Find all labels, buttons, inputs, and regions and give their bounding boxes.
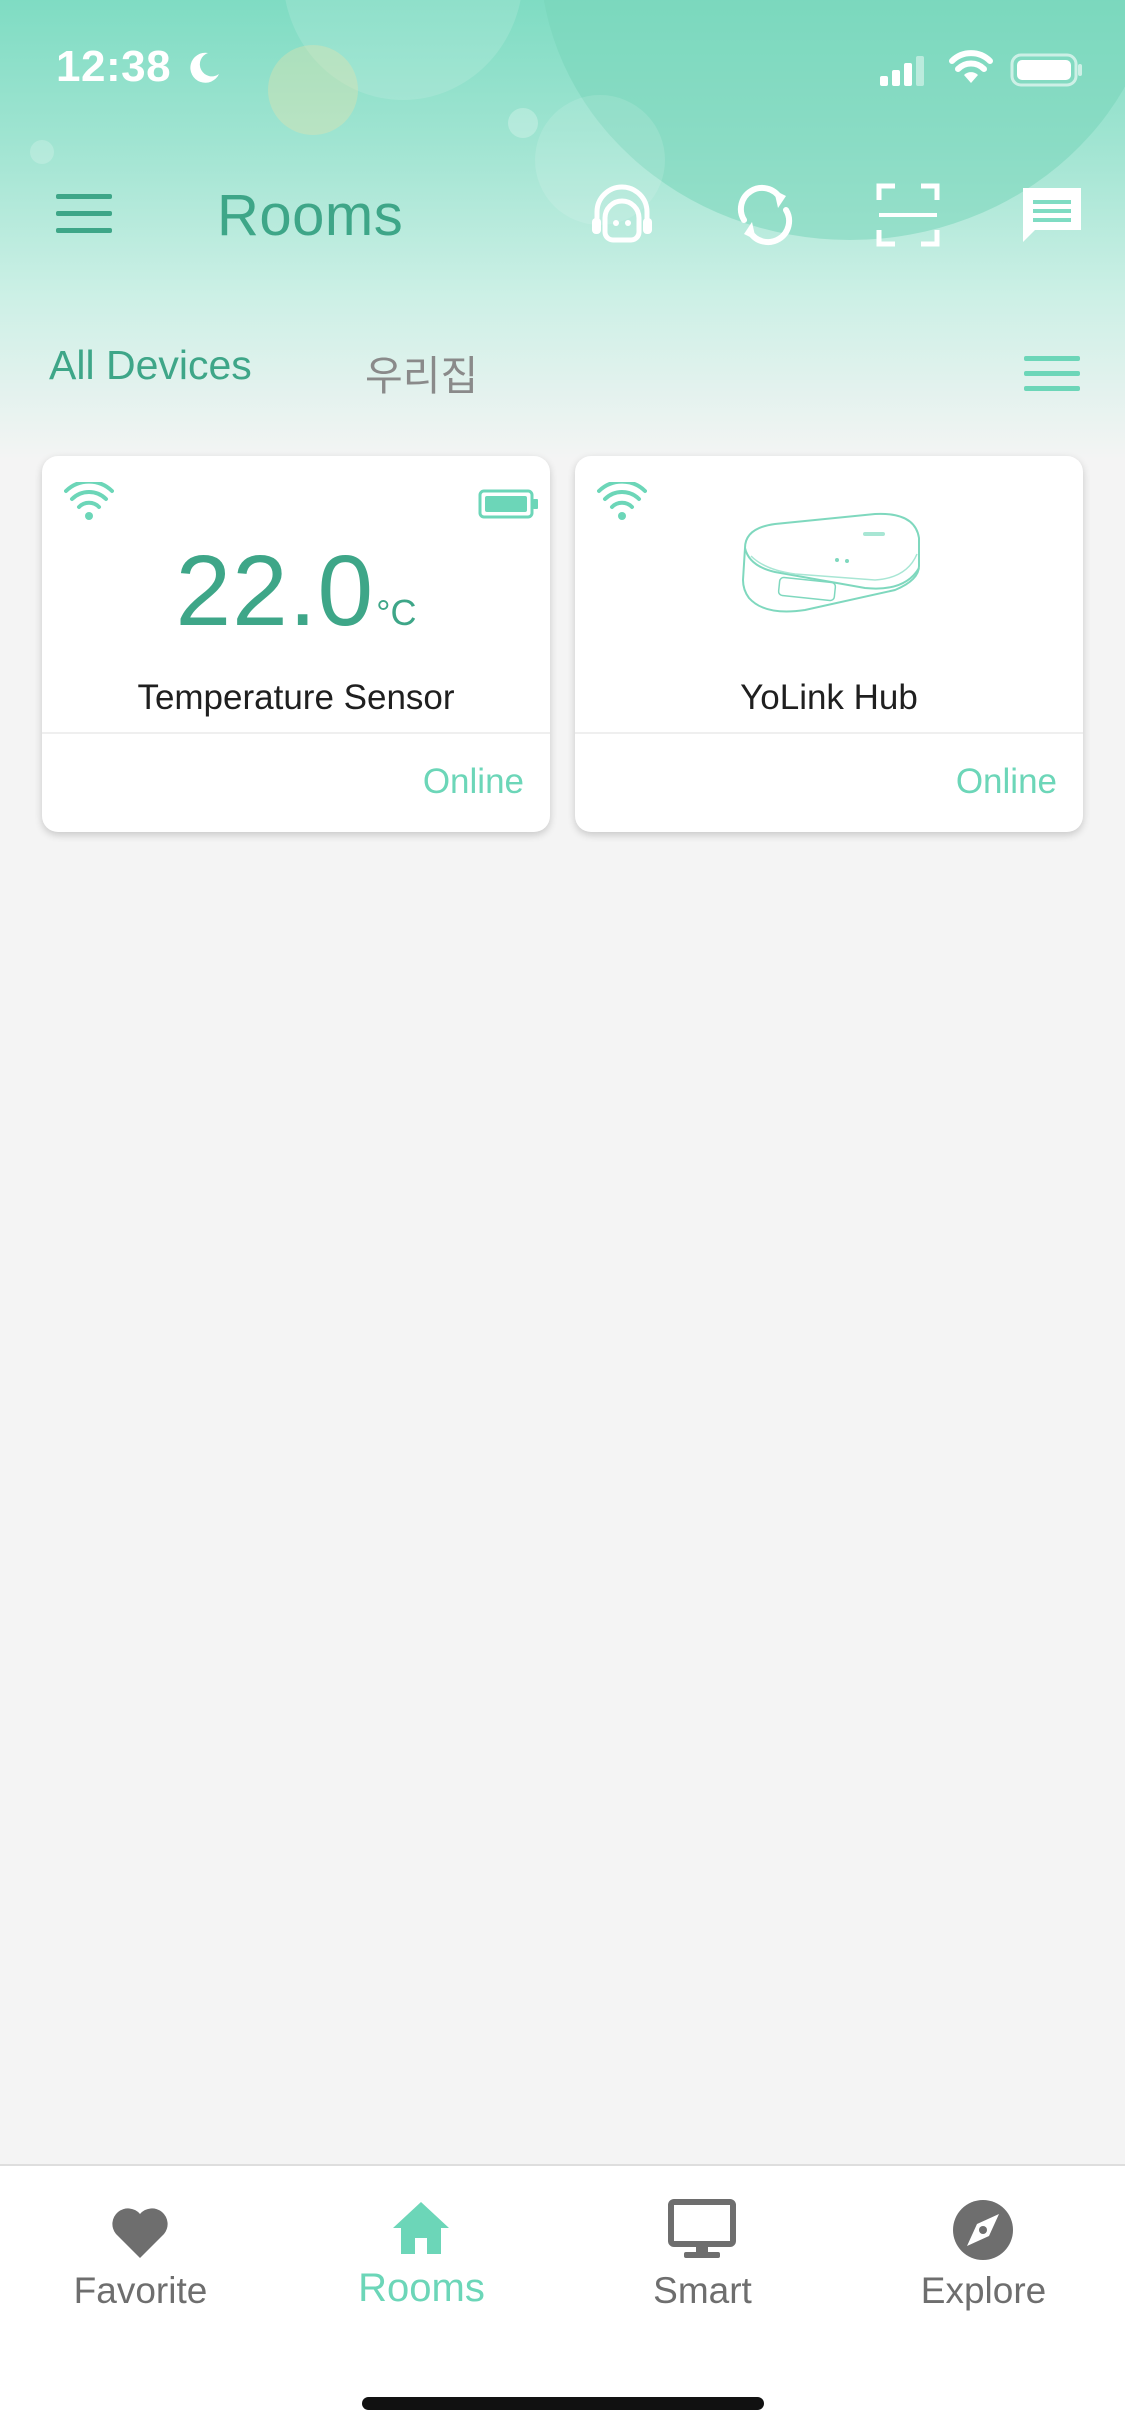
temperature-reading: 22.0°C [42, 534, 550, 649]
nav-bar: Rooms [0, 160, 1125, 270]
cellular-signal-icon [880, 56, 924, 86]
card-divider [575, 732, 1083, 734]
device-status: Online [955, 762, 1057, 801]
device-name: Temperature Sensor [137, 678, 455, 717]
tab-favorite[interactable]: Favorite [0, 2166, 281, 2356]
room-tabs: All Devices 우리집 [0, 330, 1125, 410]
tab-label: Rooms [358, 2266, 485, 2310]
bottom-tab-bar: Favorite Rooms Smart Explore [0, 2164, 1125, 2436]
battery-full-icon [478, 489, 538, 519]
wifi-icon [597, 482, 647, 520]
monitor-icon [668, 2199, 736, 2258]
status-time: 12:38 [56, 42, 172, 91]
wifi-icon [64, 482, 114, 520]
device-card-temperature-sensor[interactable]: 22.0°C Temperature Sensor Online [42, 456, 550, 832]
page-title: Rooms [217, 183, 404, 248]
room-list-menu-icon[interactable] [1022, 350, 1084, 398]
tab-all-devices[interactable]: All Devices [49, 342, 252, 389]
compass-icon [953, 2200, 1013, 2260]
wifi-status-icon [949, 50, 993, 83]
temperature-value: 22.0 [175, 535, 375, 647]
tab-label: Smart [653, 2270, 752, 2311]
home-indicator[interactable] [362, 2397, 764, 2410]
message-icon[interactable] [1017, 180, 1087, 250]
customer-support-icon[interactable] [587, 180, 657, 250]
status-bar: 12:38 [0, 0, 1125, 135]
home-icon [393, 2202, 449, 2254]
hub-device-image [741, 512, 920, 613]
tab-room-home[interactable]: 우리집 [365, 342, 478, 402]
heart-icon [112, 2208, 168, 2258]
moon-icon [190, 52, 219, 83]
tab-explore[interactable]: Explore [843, 2166, 1124, 2356]
device-status: Online [422, 762, 524, 801]
tab-label: Explore [920, 2270, 1047, 2311]
device-name: YoLink Hub [740, 678, 918, 717]
card-divider [42, 732, 550, 734]
tab-label: Favorite [73, 2270, 208, 2311]
tab-smart[interactable]: Smart [562, 2166, 843, 2356]
temperature-unit: °C [376, 592, 417, 633]
tab-rooms[interactable]: Rooms [281, 2166, 562, 2356]
menu-icon[interactable] [50, 190, 120, 240]
device-card-yolink-hub[interactable]: YoLink Hub Online [575, 456, 1083, 832]
battery-status-icon [1010, 53, 1082, 87]
scan-icon[interactable] [873, 180, 943, 250]
sync-icon[interactable] [730, 180, 800, 250]
